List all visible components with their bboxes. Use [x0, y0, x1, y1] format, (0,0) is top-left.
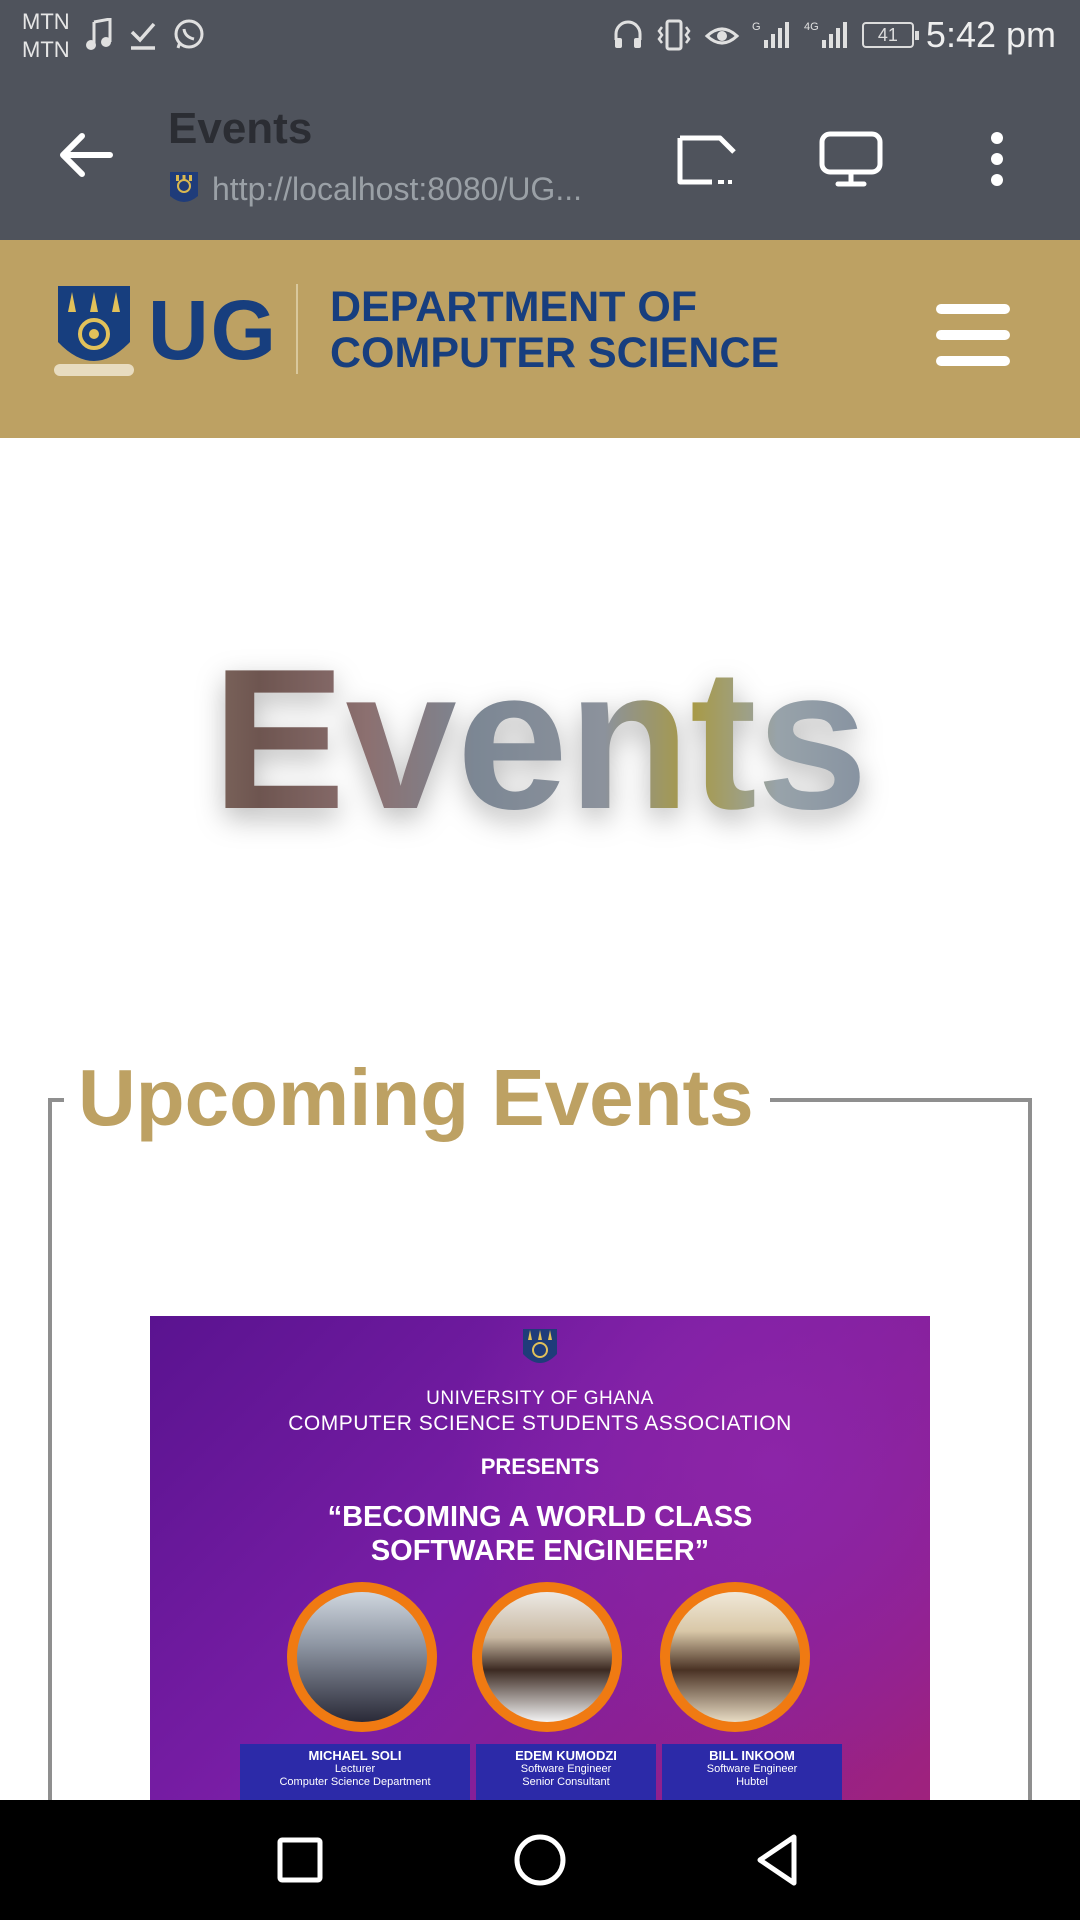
speaker-role: Computer Science Department	[279, 1776, 431, 1788]
back-triangle-icon[interactable]	[748, 1828, 812, 1892]
speaker-photo	[287, 1582, 437, 1732]
poster-crest-icon	[523, 1329, 557, 1363]
poster-association: COMPUTER SCIENCE STUDENTS ASSOCIATION	[288, 1412, 792, 1435]
download-done-icon	[130, 22, 156, 50]
favicon-icon	[170, 172, 198, 202]
signal-g-icon: G	[752, 21, 789, 48]
vibrate-icon	[657, 19, 691, 51]
carrier-2: MTN	[22, 37, 70, 62]
poster-headline: “BECOMING A WORLD CLASS SOFTWARE ENGINEE…	[150, 1500, 930, 1568]
event-poster[interactable]: UNIVERSITY OF GHANA COMPUTER SCIENCE STU…	[150, 1316, 930, 1816]
desktop-mode-icon[interactable]	[816, 124, 886, 194]
whatsapp-icon	[174, 19, 204, 49]
signal-4g-icon: 4G	[804, 21, 847, 48]
menu-line	[936, 356, 1010, 366]
music-note-icon	[86, 18, 112, 50]
department-name: DEPARTMENT OF COMPUTER SCIENCE	[330, 284, 779, 376]
carrier-1: MTN	[22, 9, 70, 34]
poster-university: UNIVERSITY OF GHANA	[426, 1388, 654, 1409]
more-options-icon[interactable]	[962, 124, 1032, 194]
site-header: UG DEPARTMENT OF COMPUTER SCIENCE	[0, 240, 1080, 438]
home-circle-icon[interactable]	[508, 1828, 572, 1892]
screen: MTN MTN G 4G 41 5:42 pm Events http://lo…	[0, 0, 1080, 1920]
carrier-labels: MTN MTN	[22, 8, 70, 64]
battery-icon: 41	[861, 22, 919, 48]
cast-icon[interactable]	[672, 124, 742, 194]
ug-crest-icon[interactable]	[52, 282, 136, 382]
headset-icon	[614, 20, 642, 48]
system-nav-bar	[0, 1800, 1080, 1920]
page-title: Events	[168, 104, 313, 153]
recents-square-icon[interactable]	[268, 1828, 332, 1892]
poster-headline-line-2: SOFTWARE ENGINEER”	[370, 1535, 710, 1567]
speaker-name: MICHAEL SOLI	[308, 1748, 402, 1763]
speaker-role: Software Engineer	[520, 1763, 612, 1775]
menu-line	[936, 304, 1010, 314]
speaker-name: EDEM KUMODZI	[515, 1748, 617, 1763]
speaker-role: Senior Consultant	[522, 1776, 610, 1788]
speaker-role: Lecturer	[334, 1763, 376, 1775]
svg-text:4G: 4G	[804, 21, 819, 33]
speaker-role: Software Engineer	[706, 1763, 798, 1775]
eye-comfort-icon	[704, 27, 740, 45]
status-bar: MTN MTN G 4G 41 5:42 pm	[0, 0, 1080, 72]
upcoming-events-heading: Upcoming Events	[64, 1052, 770, 1144]
svg-text:G: G	[752, 21, 761, 33]
ug-logo[interactable]: UG	[148, 282, 278, 379]
poster-headline-line-1: “BECOMING A WORLD CLASS	[327, 1501, 753, 1533]
url-bar[interactable]: http://localhost:8080/UG...	[168, 170, 582, 208]
dept-line-1: DEPARTMENT OF	[330, 283, 698, 331]
speaker-name: BILL INKOOM	[709, 1748, 795, 1763]
back-arrow-icon[interactable]	[50, 120, 120, 190]
speaker-photo	[660, 1582, 810, 1732]
hero-title: Events	[0, 640, 1080, 840]
dept-line-2: COMPUTER SCIENCE	[330, 329, 780, 377]
status-right: G 4G 41 5:42 pm	[612, 14, 1056, 56]
poster-presents: PRESENTS	[480, 1454, 600, 1479]
url-text: http://localhost:8080/UG...	[212, 170, 582, 207]
hamburger-menu-icon[interactable]	[936, 304, 1010, 366]
logo-divider	[296, 284, 298, 374]
browser-toolbar: Events http://localhost:8080/UG...	[0, 72, 1080, 240]
speaker-photo	[472, 1582, 622, 1732]
speaker-role: Hubtel	[736, 1776, 768, 1788]
menu-line	[936, 330, 1010, 340]
clock: 5:42 pm	[925, 14, 1056, 55]
notification-icons	[84, 18, 206, 52]
